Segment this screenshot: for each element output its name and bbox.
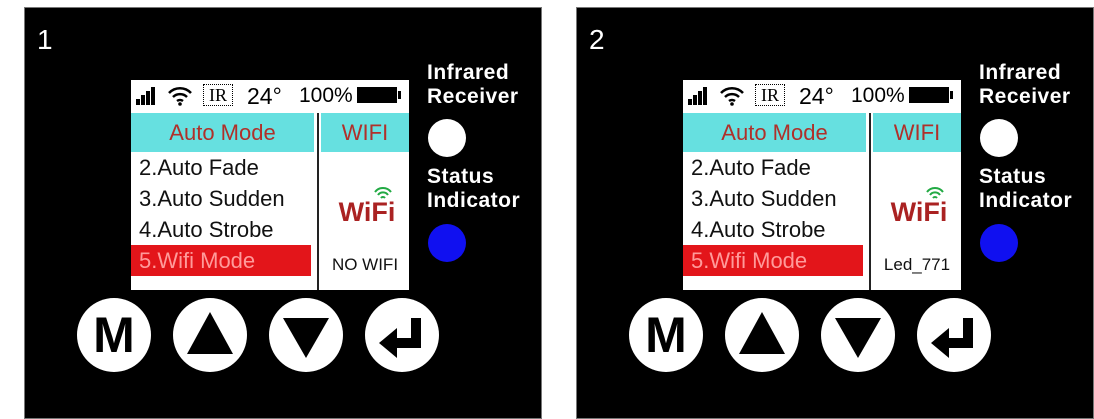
- down-button[interactable]: [821, 298, 895, 372]
- status-label: Status: [979, 165, 1047, 188]
- up-arrow-icon: [187, 312, 233, 354]
- menu-item[interactable]: 4.Auto Strobe: [683, 214, 866, 245]
- battery-icon: [909, 87, 949, 103]
- enter-button[interactable]: [917, 298, 991, 372]
- enter-icon: [931, 318, 973, 358]
- mode-menu: Auto Mode 2.Auto Fade 3.Auto Sudden 4.Au…: [683, 113, 866, 290]
- indicator-label: Indicator: [427, 189, 521, 212]
- wifi-logo-text: WiFi: [891, 197, 948, 225]
- down-arrow-icon: [283, 318, 329, 358]
- menu-title: Auto Mode: [131, 113, 314, 152]
- wifi-logo-icon: WiFi: [891, 187, 948, 225]
- panel-number: 1: [37, 24, 53, 55]
- wifi-title: WIFI: [873, 113, 961, 152]
- menu-item-selected[interactable]: 5.Wifi Mode: [131, 245, 311, 276]
- infrared-label: Infrared: [979, 61, 1062, 84]
- device-panel-2: 2 IR 24° 100% Auto Mode 2.Auto Fade 3.Au…: [576, 7, 1094, 419]
- menu-button[interactable]: M: [629, 298, 703, 372]
- enter-icon: [379, 318, 421, 358]
- device-panel-1: 1 IR 24° 100% Auto Mode 2.Auto Fade 3.Au…: [24, 7, 542, 419]
- wifi-logo-icon: WiFi: [339, 187, 396, 225]
- battery-cap: [398, 91, 401, 99]
- infrared-label: Infrared: [427, 61, 510, 84]
- wifi-pane: WIFI WiFi NO WIFI: [321, 113, 409, 290]
- battery-percent: 100%: [299, 84, 353, 107]
- menu-item[interactable]: 3.Auto Sudden: [683, 183, 866, 214]
- menu-item[interactable]: 4.Auto Strobe: [131, 214, 314, 245]
- wifi-status: NO WIFI: [331, 255, 399, 274]
- ir-indicator: IR: [203, 84, 233, 106]
- indicator-label: Indicator: [979, 189, 1073, 212]
- infrared-receiver: [428, 119, 466, 157]
- menu-button[interactable]: M: [77, 298, 151, 372]
- wifi-logo-text: WiFi: [339, 197, 396, 225]
- menu-title: Auto Mode: [683, 113, 866, 152]
- lcd-screen: IR 24° 100% Auto Mode 2.Auto Fade 3.Auto…: [131, 80, 409, 290]
- status-indicator-led: [980, 224, 1018, 262]
- wifi-pane: WIFI WiFi Led_771: [873, 113, 961, 290]
- divider: [869, 113, 871, 290]
- infrared-receiver: [980, 119, 1018, 157]
- wifi-title: WIFI: [321, 113, 409, 152]
- temperature: 24°: [247, 83, 282, 109]
- menu-button-label: M: [93, 307, 135, 363]
- battery-cap: [950, 91, 953, 99]
- wifi-icon: [720, 86, 744, 106]
- menu-button-label: M: [645, 307, 687, 363]
- up-button[interactable]: [725, 298, 799, 372]
- temperature: 24°: [799, 83, 834, 109]
- menu-item[interactable]: 3.Auto Sudden: [131, 183, 314, 214]
- signal-icon: [688, 87, 710, 105]
- divider: [317, 113, 319, 290]
- down-button[interactable]: [269, 298, 343, 372]
- wifi-icon: [168, 86, 192, 106]
- wifi-network-name: Led_771: [883, 255, 951, 274]
- battery-icon: [357, 87, 397, 103]
- enter-button[interactable]: [365, 298, 439, 372]
- status-indicator-led: [428, 224, 466, 262]
- down-arrow-icon: [835, 318, 881, 358]
- status-bar: IR 24° 100%: [683, 80, 961, 110]
- receiver-label: Receiver: [979, 85, 1071, 108]
- battery-percent: 100%: [851, 84, 905, 107]
- status-bar: IR 24° 100%: [131, 80, 409, 110]
- receiver-label: Receiver: [427, 85, 519, 108]
- status-label: Status: [427, 165, 495, 188]
- lcd-screen: IR 24° 100% Auto Mode 2.Auto Fade 3.Auto…: [683, 80, 961, 290]
- signal-icon: [136, 87, 158, 105]
- panel-number: 2: [589, 24, 605, 55]
- menu-item[interactable]: 2.Auto Fade: [683, 152, 866, 183]
- mode-menu: Auto Mode 2.Auto Fade 3.Auto Sudden 4.Au…: [131, 113, 314, 290]
- menu-item-selected[interactable]: 5.Wifi Mode: [683, 245, 863, 276]
- menu-item[interactable]: 2.Auto Fade: [131, 152, 314, 183]
- up-button[interactable]: [173, 298, 247, 372]
- ir-indicator: IR: [755, 84, 785, 106]
- up-arrow-icon: [739, 312, 785, 354]
